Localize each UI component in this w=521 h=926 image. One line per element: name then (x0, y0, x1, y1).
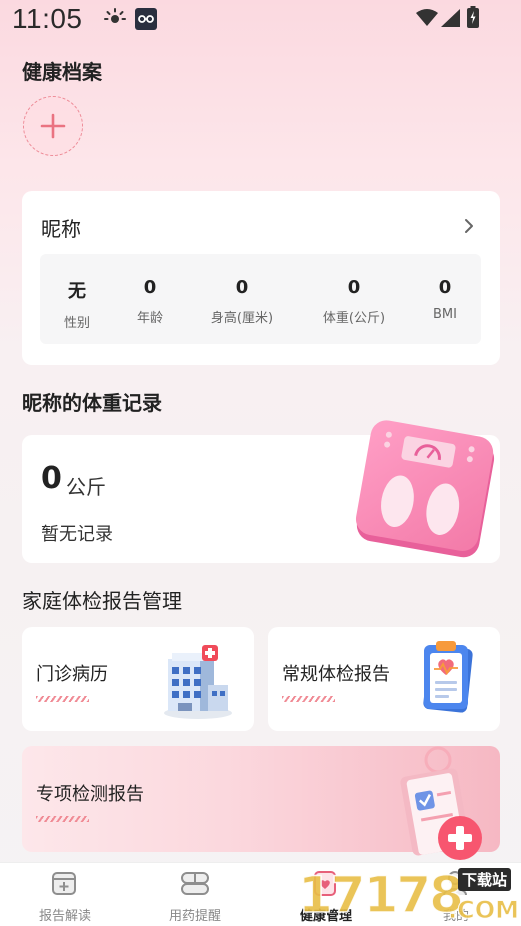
stat-height: 0 身高(厘米) (211, 254, 273, 326)
card-stripe (282, 696, 335, 702)
stat-label: 体重(公斤) (322, 311, 386, 326)
watermark: 17178 下载站 .COM (297, 866, 520, 925)
card-label: 专项检测报告 (36, 784, 144, 805)
watermark-subtext: 下载站 (458, 868, 512, 891)
stat-label: 年龄 (136, 311, 164, 326)
card-label: 常规体检报告 (282, 664, 390, 685)
hospital-icon (164, 645, 232, 719)
nav-label: 报告解读 (38, 909, 91, 924)
card-label: 门诊病历 (36, 664, 108, 685)
stat-gender: 无 性别 (64, 254, 90, 331)
report-section-title: 家庭体检报告管理 (22, 589, 182, 613)
stat-weight: 0 体重(公斤) (323, 254, 385, 326)
watermark-suffix: .COM (447, 896, 520, 925)
scale-icon (355, 420, 495, 558)
report-icon (52, 872, 76, 895)
page-title: 健康档案 (22, 60, 102, 84)
add-profile-button[interactable] (23, 96, 83, 156)
stat-value: 0 (347, 277, 361, 298)
weight-value: 0 (41, 461, 62, 496)
plus-icon (40, 113, 66, 139)
profile-stats: 无 性别 0 年龄 0 身高(厘米) 0 体重(公斤) 0 BMI (40, 254, 481, 344)
battery-icon (467, 6, 479, 28)
profile-nickname: 昵称 (41, 217, 81, 241)
weight-empty-text: 暂无记录 (41, 524, 113, 545)
watermark-text: 17178 (297, 866, 464, 924)
status-time: 11:05 (12, 3, 83, 34)
nav-label: 用药提醒 (168, 909, 221, 924)
stat-label: BMI (433, 307, 457, 322)
stat-age: 0 年龄 (137, 254, 163, 326)
stat-value: 0 (235, 277, 249, 298)
special-test-report-card[interactable]: 专项检测报告 (22, 746, 500, 860)
card-stripe (36, 696, 89, 702)
clipboard-heart-icon (423, 641, 473, 713)
stat-label: 身高(厘米) (210, 311, 274, 326)
signal-icon (441, 9, 460, 27)
stat-label: 性别 (63, 316, 91, 331)
pill-icon (181, 872, 209, 895)
status-bar: 11:05 (0, 0, 521, 44)
stat-bmi: 0 BMI (433, 254, 457, 322)
stat-value: 0 (143, 277, 157, 298)
weight-section-title: 昵称的体重记录 (22, 391, 162, 415)
nav-medication-reminder[interactable]: 用药提醒 (130, 863, 260, 926)
stat-value: 0 (438, 277, 452, 298)
wifi-icon (416, 9, 438, 26)
app-notification-icon (135, 8, 157, 30)
outpatient-record-card[interactable]: 门诊病历 (22, 627, 254, 731)
routine-checkup-card[interactable]: 常规体检报告 (268, 627, 500, 731)
stat-value: 无 (67, 281, 86, 302)
weight-unit: 公斤 (66, 475, 106, 499)
nav-report-interpretation[interactable]: 报告解读 (0, 863, 130, 926)
chevron-right-icon[interactable] (464, 218, 474, 234)
clipboard-plus-icon (400, 746, 482, 860)
brightness-icon (104, 8, 126, 23)
profile-card[interactable]: 昵称 无 性别 0 年龄 0 身高(厘米) 0 体重(公斤) 0 BMI (22, 191, 500, 365)
card-stripe (36, 816, 89, 822)
